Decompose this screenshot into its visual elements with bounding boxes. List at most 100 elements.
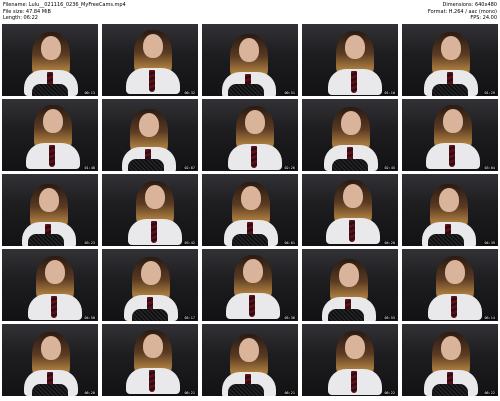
tie-shape — [49, 145, 55, 167]
face-shape — [443, 109, 463, 133]
stockings-shape — [28, 234, 64, 246]
stockings-shape — [328, 309, 364, 321]
video-thumbnail[interactable]: 06:21 — [102, 324, 198, 396]
face-shape — [441, 336, 461, 360]
tie-shape — [249, 295, 255, 317]
timestamp-label: 00:13 — [83, 91, 96, 95]
timestamp-label: 06:20 — [83, 391, 96, 395]
face-shape — [343, 184, 363, 208]
stockings-shape — [332, 159, 368, 171]
video-thumbnail[interactable]: 00:51 — [202, 24, 298, 96]
video-thumbnail[interactable]: 02:45 — [302, 99, 398, 171]
face-shape — [243, 259, 263, 283]
video-thumbnail[interactable]: 00:32 — [102, 24, 198, 96]
video-thumbnail[interactable]: 00:13 — [2, 24, 98, 96]
timestamp-label: 06:21 — [183, 391, 196, 395]
timestamp-label: 06:14 — [483, 316, 496, 320]
stockings-shape — [228, 384, 264, 396]
timestamp-label: 06:22 — [483, 391, 496, 395]
tie-shape — [451, 296, 457, 318]
file-info: Filename: Lulu__021116_0236_MyFreeCams.m… — [3, 2, 126, 22]
info-header: Filename: Lulu__021116_0236_MyFreeCams.m… — [0, 0, 500, 22]
video-thumbnail[interactable]: 03:04 — [402, 99, 498, 171]
stockings-shape — [32, 84, 68, 96]
timestamp-label: 04:58 — [83, 316, 96, 320]
stockings-shape — [432, 384, 468, 396]
face-shape — [43, 109, 63, 133]
face-shape — [245, 110, 265, 134]
video-thumbnail[interactable]: 06:21 — [202, 324, 298, 396]
face-shape — [145, 185, 165, 209]
video-thumbnail[interactable]: 05:55 — [302, 249, 398, 321]
tie-shape — [149, 370, 155, 392]
video-thumbnail[interactable]: 04:01 — [202, 174, 298, 246]
timestamp-label: 02:07 — [183, 166, 196, 170]
video-thumbnail[interactable]: 01:10 — [302, 24, 398, 96]
stockings-shape — [128, 159, 164, 171]
video-thumbnail[interactable]: 01:29 — [402, 24, 498, 96]
timestamp-label: 04:01 — [283, 241, 296, 245]
stockings-shape — [232, 234, 268, 246]
timestamp-label: 05:17 — [183, 316, 196, 320]
tie-shape — [449, 145, 455, 167]
timestamp-label: 06:21 — [283, 391, 296, 395]
stockings-shape — [132, 309, 168, 321]
timestamp-label: 02:45 — [383, 166, 396, 170]
timestamp-label: 05:36 — [283, 316, 296, 320]
tie-shape — [51, 296, 57, 318]
face-shape — [39, 188, 59, 212]
tie-shape — [251, 146, 257, 168]
face-shape — [239, 38, 259, 62]
stockings-shape — [432, 84, 468, 96]
timestamp-label: 04:20 — [383, 241, 396, 245]
video-thumbnail[interactable]: 02:26 — [202, 99, 298, 171]
face-shape — [239, 338, 259, 362]
tie-shape — [149, 70, 155, 92]
timestamp-label: 03:42 — [183, 241, 196, 245]
video-thumbnail[interactable]: 05:36 — [202, 249, 298, 321]
stockings-shape — [228, 84, 264, 96]
stockings-shape — [32, 384, 68, 396]
face-shape — [241, 186, 261, 210]
face-shape — [139, 113, 159, 137]
thumbnail-grid: 00:13 00:32 00:51 01:10 01:29 01:48 02:07 02:26… — [0, 24, 500, 399]
face-shape — [143, 334, 163, 358]
face-shape — [341, 111, 361, 135]
face-shape — [41, 336, 61, 360]
video-thumbnail[interactable]: 05:17 — [102, 249, 198, 321]
timestamp-label: 00:51 — [283, 91, 296, 95]
tie-shape — [151, 221, 157, 243]
timestamp-label: 01:29 — [483, 91, 496, 95]
timestamp-label: 00:32 — [183, 91, 196, 95]
length-text: Length: 06:22 — [3, 15, 38, 21]
tie-shape — [351, 71, 357, 93]
face-shape — [345, 335, 365, 359]
tie-shape — [351, 371, 357, 393]
timestamp-label: 03:23 — [83, 241, 96, 245]
filename-text: Filename: Lulu__021116_0236_MyFreeCams.m… — [3, 2, 126, 8]
video-thumbnail[interactable]: 06:20 — [2, 324, 98, 396]
video-thumbnail[interactable]: 03:42 — [102, 174, 198, 246]
face-shape — [45, 260, 65, 284]
video-thumbnail[interactable]: 03:23 — [2, 174, 98, 246]
video-thumbnail[interactable]: 02:07 — [102, 99, 198, 171]
timestamp-label: 02:26 — [283, 166, 296, 170]
stockings-shape — [428, 234, 464, 246]
timestamp-label: 03:04 — [483, 166, 496, 170]
video-thumbnail[interactable]: 06:22 — [302, 324, 398, 396]
timestamp-label: 01:10 — [383, 91, 396, 95]
video-thumbnail[interactable]: 04:39 — [402, 174, 498, 246]
video-thumbnail[interactable]: 06:14 — [402, 249, 498, 321]
video-thumbnail[interactable]: 06:22 — [402, 324, 498, 396]
face-shape — [339, 263, 359, 287]
timestamp-label: 05:55 — [383, 316, 396, 320]
fps-text: FPS: 24.00 — [470, 15, 497, 21]
video-thumbnail[interactable]: 04:20 — [302, 174, 398, 246]
timestamp-label: 04:39 — [483, 241, 496, 245]
tie-shape — [349, 220, 355, 242]
timestamp-label: 01:48 — [83, 166, 96, 170]
video-thumbnail[interactable]: 04:58 — [2, 249, 98, 321]
video-thumbnail[interactable]: 01:48 — [2, 99, 98, 171]
video-info: Dimensions: 640x480 Format: H.264 / aac … — [428, 2, 497, 22]
face-shape — [445, 260, 465, 284]
